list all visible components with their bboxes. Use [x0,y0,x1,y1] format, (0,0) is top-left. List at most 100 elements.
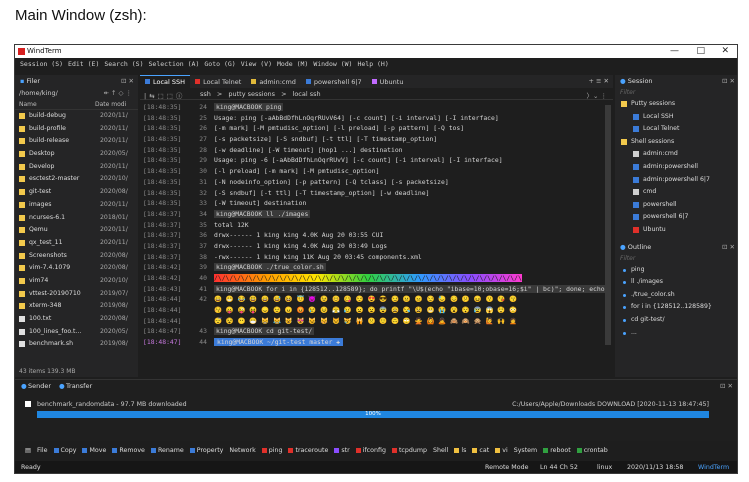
outline-tab[interactable]: ● Outline ⊡ ✕ [615,241,737,253]
list-item[interactable]: build-release 2020/11/ [15,135,138,148]
status-position[interactable]: Ln 44 Ch 52 [540,464,578,471]
menu-item[interactable]: Session (S) [20,60,63,68]
nav-arrows-icon[interactable]: ↞↑◇⋮ [104,89,134,97]
breadcrumb-item[interactable]: putty sessions [228,90,275,98]
line-number: 25 [199,113,207,122]
outline-item[interactable]: ./true_color.sh [615,289,737,302]
command-network[interactable]: Network [229,447,255,454]
line-text: drwx------ 1 king king 4.0K Aug 20 03:55… [214,231,384,240]
menu-item[interactable]: Window (W) [313,60,352,68]
command-crontab[interactable]: crontab [576,447,608,454]
list-item[interactable]: build-debug 2020/11/ [15,110,138,123]
panel-controls-icon[interactable]: ⊡ ✕ [722,243,735,251]
tab-session[interactable]: Local SSH [140,75,191,88]
breadcrumb-item[interactable]: ssh [200,90,211,98]
menu-item[interactable]: Edit (E) [68,60,99,68]
maximize-button[interactable]: □ [696,46,705,56]
menu-item[interactable]: Help (H) [357,60,388,68]
line-timestamp: [18:48:35] [143,188,182,197]
list-item[interactable]: vim74 2020/10/ [15,275,138,288]
command-ls[interactable]: ls [454,447,466,454]
session-item[interactable]: Putty sessions [615,98,737,111]
list-item[interactable]: Qemu 2020/11/ [15,224,138,237]
list-item[interactable]: images 2020/11/ [15,199,138,212]
list-item[interactable]: git-test 2020/08/ [15,186,138,199]
menu-item[interactable]: Search (S) [104,60,143,68]
outline-item[interactable]: cd git-test/ [615,314,737,327]
session-item[interactable]: admin:powershell [615,161,737,174]
session-item[interactable]: Shell sessions [615,136,737,149]
list-item[interactable]: qx_test_11 2020/11/ [15,237,138,250]
list-item[interactable]: vim-7.4.1079 2020/08/ [15,262,138,275]
list-item[interactable]: 100.txt 2020/08/ [15,313,138,326]
list-item[interactable]: ncurses-6.1 2018/01/ [15,212,138,225]
list-item[interactable]: 100_lines_foo.t... 2020/05/ [15,326,138,339]
command-str[interactable]: str [334,447,350,454]
command-file[interactable]: File [37,447,48,454]
menu-item[interactable]: Goto (G) [204,60,235,68]
outline-item[interactable]: ... [615,327,737,340]
command-shell[interactable]: Shell [433,447,448,454]
session-item[interactable]: Ubuntu [615,224,737,237]
list-item[interactable]: Develop 2020/11/ [15,161,138,174]
col-date-header[interactable]: Date modi [95,101,126,108]
outline-item[interactable]: ping [615,264,737,277]
terminal-scrollbar[interactable] [605,105,611,345]
menu-icon[interactable]: ▤ [25,447,31,454]
list-item[interactable]: benchmark.sh 2019/08/ [15,338,138,351]
breadcrumb-item[interactable]: local ssh [293,90,321,98]
command-reboot[interactable]: reboot [543,447,571,454]
command-copy[interactable]: Copy [53,447,76,454]
filer-tab[interactable]: ▪ Filer ⊡ ✕ [15,75,138,87]
panel-controls-icon[interactable]: ⊡ ✕ [121,77,134,85]
command-ping[interactable]: ping [261,447,282,454]
line-text: king@MACBOOK ping [214,103,284,111]
outline-item[interactable]: ll ./images [615,276,737,289]
list-item[interactable]: Desktop 2020/05/ [15,148,138,161]
menu-item[interactable]: Mode (M) [277,60,308,68]
command-property[interactable]: Property [189,447,223,454]
terminal-output[interactable]: [18:48:35] 24 king@MACBOOK ping [18:48:35] 2… [140,102,613,377]
line-text: king@MACBOOK ~/git-test master ✚ [214,338,344,347]
command-traceroute[interactable]: traceroute [288,447,328,454]
tab-transfer[interactable]: Transfer [66,382,92,390]
command-system[interactable]: System [514,447,537,454]
command-vi[interactable]: vi [495,447,508,454]
session-tab[interactable]: ● Session ⊡ ✕ [615,75,737,87]
breadcrumb-nav-icon[interactable]: 〉⌄ ⋮ [586,90,607,100]
outline-item[interactable]: for i in {128512..128589} [615,301,737,314]
session-item[interactable]: powershell 6|7 [615,211,737,224]
list-item[interactable]: Screenshots 2020/08/ [15,250,138,263]
minimize-button[interactable]: — [670,46,679,56]
command-remove[interactable]: Remove [112,447,145,454]
tab-sender[interactable]: Sender [28,382,51,390]
menu-item[interactable]: Selection (A) [149,60,200,68]
status-mode[interactable]: Remote Mode [485,464,528,471]
list-item[interactable]: build-profile 2020/11/ [15,123,138,136]
col-name-header[interactable]: Name [19,101,37,108]
command-ifconfig[interactable]: ifconfig [355,447,386,454]
menu-item[interactable]: View (V) [241,60,272,68]
command-cat[interactable]: cat [472,447,489,454]
line-number: 31 [199,177,207,186]
list-item[interactable]: esctest2-master 2020/10/ [15,173,138,186]
toolbar-icons[interactable]: |⇆⬚⬚ⓘ [144,90,185,100]
filer-path-bar[interactable]: /home/king/ ↞↑◇⋮ [15,87,138,99]
outline-filter[interactable]: Filter [615,253,737,264]
command-tcpdump[interactable]: tcpdump [391,447,427,454]
command-rename[interactable]: Rename [150,447,184,454]
session-item[interactable]: Local SSH [615,111,737,124]
session-filter[interactable]: Filter [615,87,737,98]
command-move[interactable]: Move [82,447,106,454]
list-item[interactable]: vttest-20190710 2019/07/ [15,288,138,301]
panel-controls-icon[interactable]: ⊡ ✕ [722,77,735,85]
session-item[interactable]: powershell [615,199,737,212]
close-button[interactable]: ✕ [721,46,729,56]
session-item[interactable]: cmd [615,186,737,199]
panel-controls-icon[interactable]: ⊡ ✕ [720,382,733,390]
session-item[interactable]: Local Telnet [615,123,737,136]
session-item[interactable]: admin:cmd [615,148,737,161]
session-item[interactable]: admin:powershell 6|7 [615,174,737,187]
tab-controls-icon[interactable]: + ≡ ✕ [589,77,609,85]
list-item[interactable]: xterm-348 2019/08/ [15,300,138,313]
